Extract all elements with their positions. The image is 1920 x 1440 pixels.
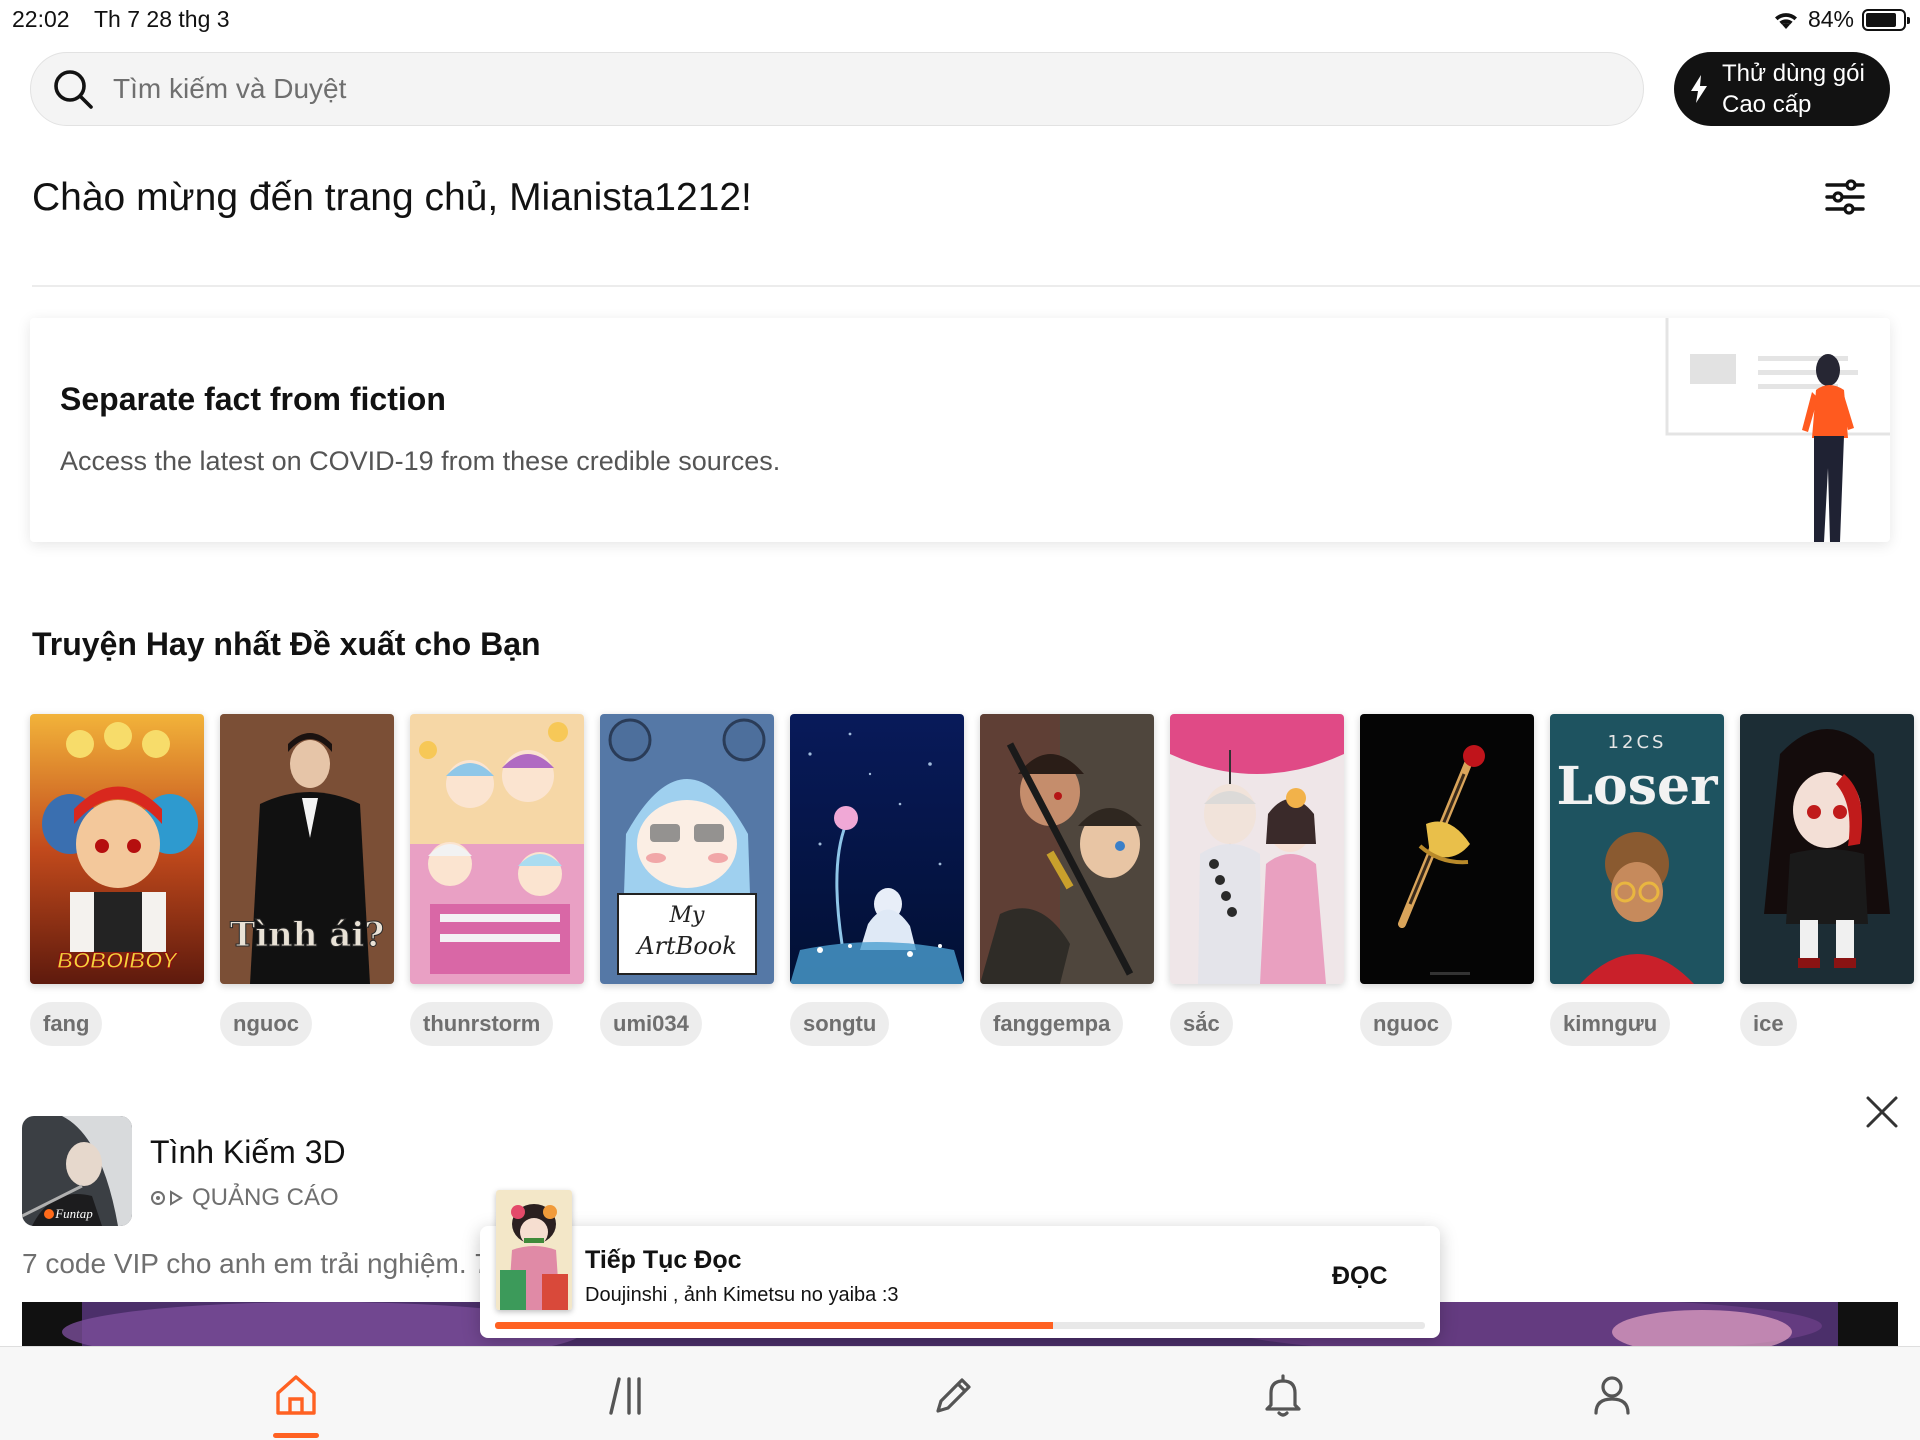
tab-home[interactable] xyxy=(272,1371,320,1419)
tab-library[interactable] xyxy=(603,1371,651,1419)
cover-title: Loser xyxy=(1556,756,1718,817)
ad-title[interactable]: Tình Kiếm 3D xyxy=(150,1134,346,1171)
book-cover[interactable] xyxy=(1170,714,1344,984)
book-tag[interactable]: umi034 xyxy=(600,1002,702,1046)
continue-reading-cover[interactable] xyxy=(496,1190,572,1310)
search-icon xyxy=(54,70,93,109)
book-card[interactable]: thunrstorm xyxy=(410,714,584,1046)
covid-info-card[interactable]: Separate fact from fiction Access the la… xyxy=(30,318,1890,542)
try-premium-button[interactable]: Thử dùng gói Cao cấp xyxy=(1674,52,1890,126)
battery-icon xyxy=(1862,8,1910,31)
lightning-icon xyxy=(1691,75,1707,103)
wifi-icon xyxy=(1774,12,1797,29)
cover-text: My xyxy=(669,903,706,928)
library-icon xyxy=(609,1377,641,1415)
covid-card-title: Separate fact from fiction xyxy=(60,381,446,417)
tab-notifications[interactable] xyxy=(1259,1371,1307,1419)
tab-write[interactable] xyxy=(930,1371,978,1419)
book-cover[interactable] xyxy=(790,714,964,984)
continue-reading-title: Tiếp Tục Đọc xyxy=(585,1246,742,1274)
book-tag[interactable]: fang xyxy=(30,1002,103,1046)
book-cover[interactable] xyxy=(1740,714,1914,984)
book-tag[interactable]: sắc xyxy=(1170,1002,1233,1046)
book-tag[interactable]: ice xyxy=(1740,1002,1797,1046)
book-card[interactable]: 12CS Loser kimngưu xyxy=(1550,714,1724,1046)
close-icon[interactable] xyxy=(1864,1094,1900,1130)
book-card[interactable]: BOBOIBOY fang xyxy=(30,714,204,1046)
book-tag[interactable]: nguoc xyxy=(1360,1002,1452,1046)
ad-description: 7 code VIP cho anh em trải nghiệm. 7 xyxy=(22,1248,490,1279)
tab-profile[interactable] xyxy=(1588,1371,1636,1419)
cover-title: ArtBook xyxy=(635,932,737,960)
book-card[interactable]: fanggempa xyxy=(980,714,1154,1046)
book-card[interactable]: Tình ái? nguoc xyxy=(220,714,394,1046)
continue-reading-card[interactable]: Tiếp Tục Đọc Doujinshi , ảnh Kimetsu no … xyxy=(480,1190,1440,1338)
reading-progress-bar xyxy=(495,1322,1425,1329)
book-card[interactable]: nguoc xyxy=(1360,714,1534,1046)
person-at-board-illustration xyxy=(1665,318,1890,542)
status-right: 84% xyxy=(1772,6,1910,33)
book-card[interactable]: ice xyxy=(1740,714,1914,1046)
book-cover[interactable] xyxy=(410,714,584,984)
status-time: 22:02 xyxy=(12,6,70,32)
adchoices-icon[interactable] xyxy=(150,1189,184,1207)
cover-subtitle: 12CS xyxy=(1608,732,1667,753)
ad-thumb-brand: Funtap xyxy=(54,1206,93,1221)
recommended-books-row: BOBOIBOY fang Tình ái? nguoc thunrstorm … xyxy=(30,714,1920,1054)
bell-icon xyxy=(1265,1374,1301,1417)
status-date: Th 7 28 thg 3 xyxy=(94,6,230,32)
bottom-tab-bar xyxy=(0,1346,1920,1440)
covid-card-subtitle: Access the latest on COVID-19 from these… xyxy=(60,446,781,476)
search-input[interactable]: Tìm kiếm và Duyệt xyxy=(113,73,346,105)
filter-settings-icon[interactable] xyxy=(1824,176,1866,218)
ad-label-row: QUẢNG CÁO xyxy=(150,1184,339,1212)
divider xyxy=(32,285,1920,287)
premium-label: Thử dùng gói Cao cấp xyxy=(1722,60,1865,118)
book-card[interactable]: sắc xyxy=(1170,714,1344,1046)
book-tag[interactable]: nguoc xyxy=(220,1002,312,1046)
book-cover[interactable] xyxy=(1360,714,1534,984)
reading-progress-fill xyxy=(495,1322,1053,1329)
battery-percent: 84% xyxy=(1807,6,1854,32)
active-tab-indicator xyxy=(273,1433,319,1438)
book-cover[interactable]: BOBOIBOY xyxy=(30,714,204,984)
pencil-icon xyxy=(936,1378,971,1413)
read-button[interactable]: ĐỌC xyxy=(1332,1262,1388,1291)
book-tag[interactable]: kimngưu xyxy=(1550,1002,1671,1046)
continue-reading-story: Doujinshi , ảnh Kimetsu no yaiba :3 xyxy=(585,1284,899,1306)
book-card[interactable]: songtu xyxy=(790,714,964,1046)
book-tag[interactable]: fanggempa xyxy=(980,1002,1124,1046)
book-tag[interactable]: thunrstorm xyxy=(410,1002,554,1046)
battery-fill xyxy=(1866,12,1897,27)
book-cover[interactable] xyxy=(980,714,1154,984)
book-cover[interactable]: 12CS Loser xyxy=(1550,714,1724,984)
section-title-recommendations: Truyện Hay nhất Đề xuất cho Bạn xyxy=(32,626,541,662)
book-cover[interactable]: My ArtBook xyxy=(600,714,774,984)
profile-icon xyxy=(1594,1376,1630,1415)
book-card[interactable]: My ArtBook umi034 xyxy=(600,714,774,1046)
page-title: Chào mừng đến trang chủ, Mianista1212! xyxy=(32,176,752,219)
cover-title: BOBOIBOY xyxy=(57,948,179,973)
book-tag[interactable]: songtu xyxy=(790,1002,890,1046)
status-bar: 22:02 Th 7 28 thg 3 84% xyxy=(0,0,1920,38)
search-bar[interactable]: Tìm kiếm và Duyệt xyxy=(30,52,1644,126)
cover-title: Tình ái? xyxy=(230,915,384,955)
ad-label: QUẢNG CÁO xyxy=(192,1184,339,1211)
home-icon xyxy=(276,1375,316,1415)
book-cover[interactable]: Tình ái? xyxy=(220,714,394,984)
ad-thumbnail[interactable]: Funtap xyxy=(22,1116,132,1226)
